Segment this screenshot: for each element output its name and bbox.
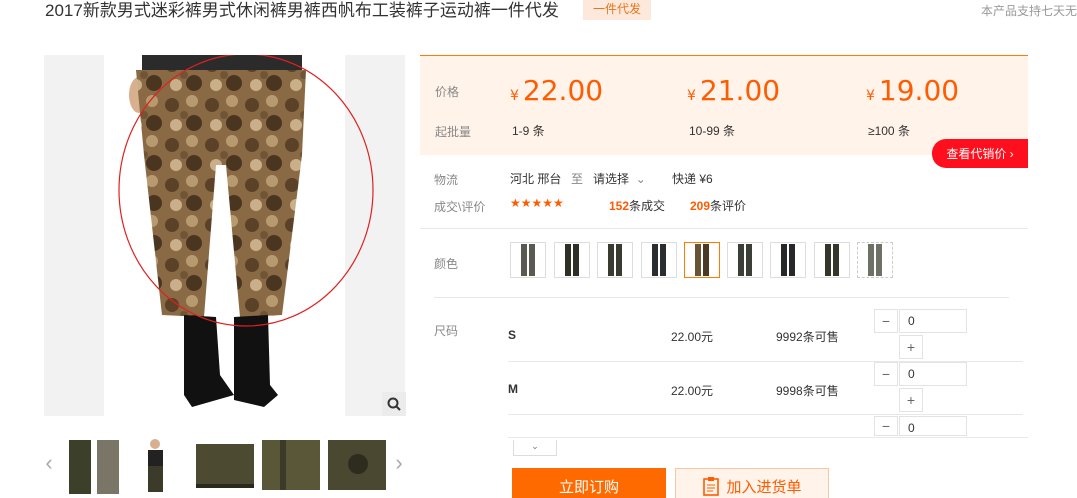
color-swatch[interactable] (597, 242, 633, 278)
color-swatch[interactable] (727, 242, 763, 278)
camo-pants-image (118, 55, 374, 407)
color-swatch[interactable] (510, 242, 546, 278)
color-swatch-selected[interactable] (684, 242, 720, 278)
main-product-image[interactable] (44, 55, 405, 416)
quantity-minus-button[interactable]: − (874, 362, 898, 386)
color-swatch[interactable] (554, 242, 590, 278)
thumbnail[interactable] (262, 436, 320, 494)
buy-now-button[interactable]: 立即订购 (512, 468, 666, 498)
rating-stars: ★★★★★ (510, 196, 564, 210)
ship-to-word: 至 (571, 172, 584, 186)
review-count[interactable]: 209条评价 (690, 197, 746, 214)
tier-price: ¥22.00 (510, 74, 604, 107)
quantity-plus-button[interactable]: + (899, 335, 923, 359)
quantity-plus-button[interactable]: + (899, 388, 923, 412)
thumbnail[interactable] (196, 436, 254, 494)
deal-count[interactable]: 152条成交 (609, 197, 665, 214)
thumbnail-strip: ‹ › (40, 432, 412, 498)
color-swatch[interactable] (641, 242, 677, 278)
price-panel: 价格 起批量 ¥22.00 1-9 条 ¥21.00 10-99 条 ¥19.0… (420, 55, 1028, 155)
chevron-down-icon: ⌄ (635, 172, 646, 186)
thumbnail[interactable] (130, 436, 188, 494)
color-swatch[interactable] (814, 242, 850, 278)
thumbnail[interactable] (65, 436, 123, 494)
quantity-input[interactable]: 0 (899, 416, 967, 436)
zoom-button[interactable] (382, 392, 406, 416)
color-label: 颜色 (434, 257, 459, 271)
quantity-input[interactable]: 0 (899, 362, 967, 386)
service-note: 本产品支持七天无 (980, 4, 1077, 18)
tier-price: ¥21.00 (687, 74, 781, 107)
thumbnail[interactable] (328, 436, 386, 494)
expand-sizes-button[interactable]: ⌄ (513, 440, 557, 456)
tier-price: ¥19.00 (866, 74, 960, 107)
thumb-next-arrow[interactable]: › (392, 452, 406, 474)
reviews-label: 成交\评价 (434, 200, 486, 214)
moq-label: 起批量 (435, 125, 472, 139)
view-agent-price-button[interactable]: 查看代销价 › (932, 139, 1028, 168)
color-swatch[interactable] (857, 242, 893, 278)
chevron-down-icon: ⌄ (531, 441, 539, 451)
quantity-minus-button[interactable]: − (874, 309, 898, 333)
price-label: 价格 (435, 85, 460, 99)
logistics-label: 物流 (434, 173, 459, 187)
clipboard-icon (703, 477, 720, 496)
product-title: 2017新款男式迷彩裤男式休闲裤男裤西帆布工装裤子运动裤一件代发 (45, 1, 559, 20)
thumb-prev-arrow[interactable]: ‹ (42, 452, 56, 474)
tier-range: 10-99 条 (689, 124, 736, 138)
express-fee: 快递 ¥6 (672, 172, 713, 186)
magnifier-icon (387, 397, 401, 411)
size-label: 尺码 (434, 324, 459, 338)
tier-range: ≥100 条 (868, 124, 910, 138)
add-to-cart-button[interactable]: 加入进货单 (675, 468, 829, 498)
quantity-input[interactable]: 0 (899, 309, 967, 333)
tier-range: 1-9 条 (512, 124, 545, 138)
color-swatch[interactable] (770, 242, 806, 278)
dropship-badge: 一件代发 (583, 0, 652, 20)
quantity-minus-button[interactable]: − (874, 416, 898, 436)
destination-select[interactable]: 请选择 ⌄ (593, 170, 646, 187)
ship-from: 河北 邢台 (510, 172, 562, 186)
